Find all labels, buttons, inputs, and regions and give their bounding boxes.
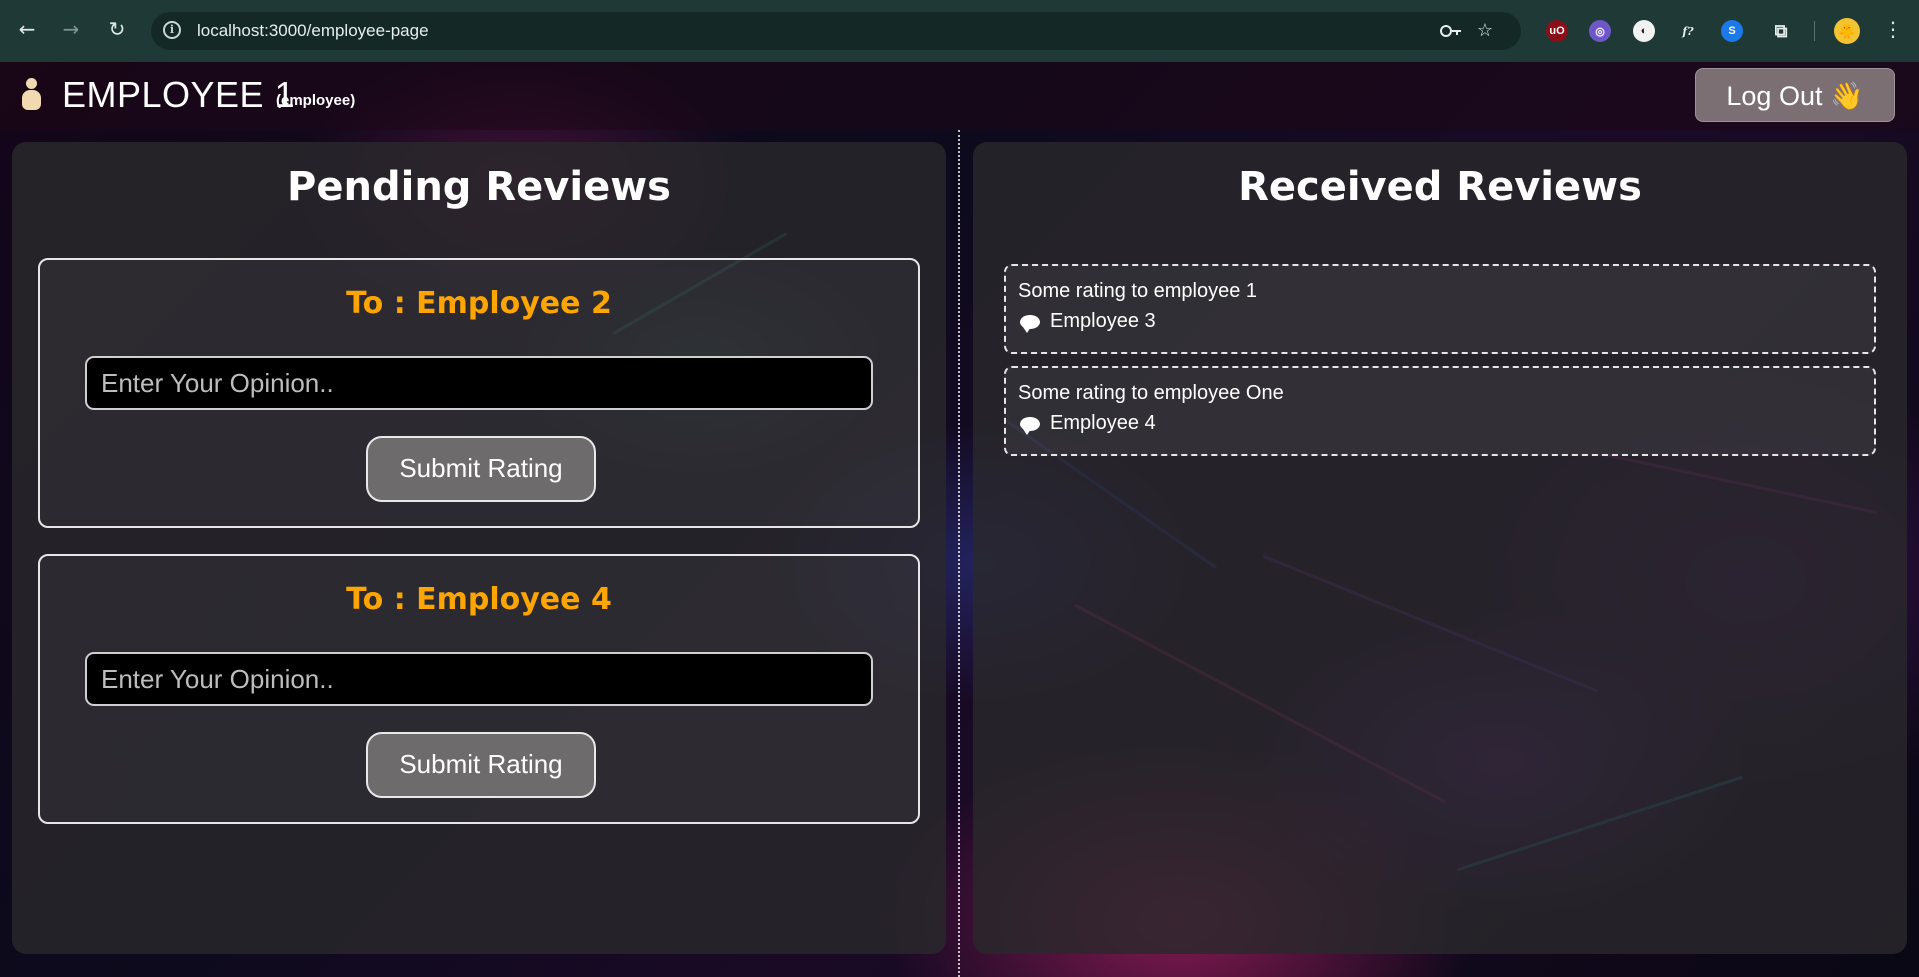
received-reviews-title: Received Reviews bbox=[1238, 164, 1642, 210]
review-author: Employee 4 bbox=[1020, 412, 1156, 435]
review-author: Employee 3 bbox=[1020, 310, 1156, 333]
review-recipient: To : Employee 4 bbox=[346, 582, 612, 617]
extension-circle-icon[interactable]: ◐ bbox=[1633, 20, 1655, 42]
speech-bubble-icon bbox=[1020, 314, 1040, 333]
submit-rating-button[interactable]: Submit Rating bbox=[366, 436, 596, 502]
review-author-name: Employee 3 bbox=[1050, 310, 1156, 332]
toolbar-divider bbox=[1814, 21, 1815, 41]
logout-button[interactable]: Log Out 👋 bbox=[1695, 68, 1895, 122]
person-icon bbox=[18, 78, 44, 112]
forward-arrow-icon[interactable]: → bbox=[56, 14, 86, 44]
panel-divider bbox=[958, 130, 960, 977]
opinion-input[interactable] bbox=[85, 356, 873, 410]
app-header: EMPLOYEE 1 (employee) Log Out 👋 bbox=[0, 62, 1919, 130]
opinion-input[interactable] bbox=[85, 652, 873, 706]
browser-menu-icon[interactable]: ⋮ bbox=[1878, 14, 1908, 44]
key-icon[interactable] bbox=[1439, 20, 1463, 42]
url-text[interactable]: localhost:3000/employee-page bbox=[197, 12, 429, 50]
back-arrow-icon[interactable]: ← bbox=[12, 14, 42, 44]
submit-rating-button[interactable]: Submit Rating bbox=[366, 732, 596, 798]
pending-review-card: To : Employee 2 Submit Rating bbox=[38, 258, 920, 528]
pending-reviews-panel: Pending Reviews To : Employee 2 Submit R… bbox=[12, 142, 946, 954]
speech-bubble-icon bbox=[1020, 416, 1040, 435]
review-text: Some rating to employee 1 bbox=[1018, 280, 1258, 302]
shazam-icon[interactable]: S bbox=[1721, 20, 1743, 42]
received-review-card: Some rating to employee One Employee 4 bbox=[1004, 366, 1876, 456]
extension-fx-icon[interactable]: f? bbox=[1677, 20, 1699, 42]
profile-avatar[interactable]: 🐥 bbox=[1834, 18, 1860, 44]
review-text: Some rating to employee One bbox=[1018, 382, 1284, 404]
employee-name: EMPLOYEE 1 bbox=[62, 74, 296, 115]
ublock-icon[interactable]: uO bbox=[1546, 20, 1568, 42]
star-icon[interactable]: ☆ bbox=[1473, 20, 1497, 42]
review-recipient: To : Employee 2 bbox=[346, 286, 612, 321]
reload-icon[interactable]: ↻ bbox=[102, 14, 132, 44]
browser-toolbar: ← → ↻ i localhost:3000/employee-page ☆ u… bbox=[0, 0, 1919, 62]
received-review-card: Some rating to employee 1 Employee 3 bbox=[1004, 264, 1876, 354]
extension-globe-icon[interactable]: ◎ bbox=[1589, 20, 1611, 42]
review-author-name: Employee 4 bbox=[1050, 412, 1156, 434]
employee-role: (employee) bbox=[276, 92, 356, 109]
pending-reviews-title: Pending Reviews bbox=[287, 164, 671, 210]
page-background: EMPLOYEE 1 (employee) Log Out 👋 Pending … bbox=[0, 62, 1919, 977]
address-bar[interactable]: i localhost:3000/employee-page ☆ bbox=[151, 12, 1521, 50]
extensions-puzzle-icon[interactable]: ⧉ bbox=[1770, 20, 1792, 42]
received-reviews-panel: Received Reviews Some rating to employee… bbox=[973, 142, 1907, 954]
site-info-icon[interactable]: i bbox=[163, 21, 181, 39]
pending-review-card: To : Employee 4 Submit Rating bbox=[38, 554, 920, 824]
